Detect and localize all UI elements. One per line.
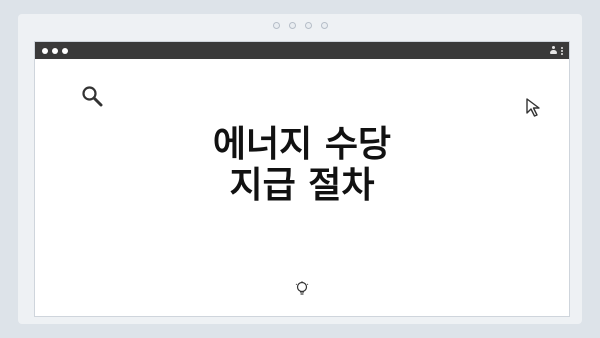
- cursor-arrow-icon: [525, 97, 547, 123]
- titlebar-actions: [550, 46, 563, 55]
- camera-dot: [288, 22, 296, 29]
- camera-dot: [320, 22, 328, 29]
- page-title-line1: 에너지 수당: [212, 124, 392, 165]
- monitor-frame: 에너지 수당 지급 절차: [0, 0, 600, 338]
- lightbulb-icon: [295, 281, 309, 301]
- page-title: 에너지 수당 지급 절차: [35, 124, 569, 206]
- user-icon[interactable]: [550, 46, 557, 55]
- camera-dot: [272, 22, 280, 29]
- camera-dot: [304, 22, 312, 29]
- window-controls: [42, 47, 68, 54]
- browser-window: 에너지 수당 지급 절차: [34, 41, 570, 317]
- close-window-button[interactable]: [42, 47, 48, 54]
- kebab-menu-icon[interactable]: [561, 46, 563, 55]
- window-titlebar: [35, 42, 569, 59]
- camera-dots: [0, 22, 600, 29]
- minimize-window-button[interactable]: [52, 47, 58, 54]
- maximize-window-button[interactable]: [62, 47, 68, 54]
- page-title-line2: 지급 절차: [229, 165, 375, 206]
- search-icon: [81, 85, 103, 111]
